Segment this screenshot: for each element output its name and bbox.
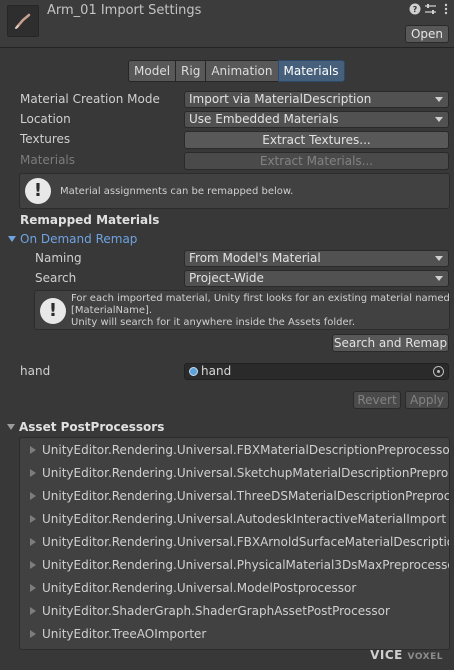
asset-postprocessors-title: Asset PostProcessors [19, 420, 165, 434]
list-item[interactable]: UnityEditor.Rendering.Universal.ThreeDSM… [30, 487, 449, 505]
revert-button[interactable]: Revert [353, 391, 401, 409]
material-slot-label: hand [20, 364, 51, 378]
foldout-collapsed-icon [30, 561, 36, 569]
material-creation-mode-value: Import via MaterialDescription [189, 92, 372, 106]
location-label: Location [20, 112, 71, 126]
list-item[interactable]: UnityEditor.Rendering.Universal.FBXMater… [30, 441, 449, 459]
search-label: Search [35, 271, 77, 285]
list-item[interactable]: UnityEditor.Rendering.Universal.Physical… [30, 556, 449, 574]
asset-postprocessors-foldout[interactable]: Asset PostProcessors [7, 420, 164, 434]
naming-dropdown[interactable]: From Model's Material [184, 250, 449, 267]
naming-value: From Model's Material [189, 251, 321, 265]
textures-label: Textures [20, 132, 71, 146]
model-preview-icon [15, 13, 31, 29]
material-creation-mode-dropdown[interactable]: Import via MaterialDescription [184, 91, 449, 108]
material-creation-mode-label: Material Creation Mode [20, 92, 160, 106]
location-dropdown[interactable]: Use Embedded Materials [184, 111, 449, 128]
dropdown-arrow-icon [435, 117, 443, 122]
search-dropdown[interactable]: Project-Wide [184, 270, 449, 287]
extract-textures-button[interactable]: Extract Textures... [184, 131, 449, 149]
info-icon: ! [40, 298, 66, 324]
remap-help-line-2: [MaterialName]. [71, 305, 153, 316]
svg-text:?: ? [413, 5, 418, 14]
remapped-materials-title: Remapped Materials [20, 213, 160, 227]
tab-rig[interactable]: Rig [175, 60, 207, 82]
material-object-value: hand [201, 364, 232, 378]
watermark-part-1: VICE [370, 648, 403, 662]
extract-materials-button[interactable]: Extract Materials... [184, 152, 449, 170]
remap-help-text: For each imported material, Unity first … [71, 293, 450, 329]
foldout-collapsed-icon [30, 607, 36, 615]
remap-help-box: ! For each imported material, Unity firs… [34, 290, 450, 330]
tab-model[interactable]: Model [128, 60, 177, 82]
foldout-collapsed-icon [30, 446, 36, 454]
on-demand-remap-foldout[interactable]: On Demand Remap [8, 232, 137, 246]
search-value: Project-Wide [189, 271, 264, 285]
foldout-collapsed-icon [30, 469, 36, 477]
apply-button[interactable]: Apply [405, 391, 449, 409]
tab-materials[interactable]: Materials [277, 60, 345, 82]
foldout-collapsed-icon [30, 492, 36, 500]
material-icon [189, 367, 198, 376]
list-item[interactable]: UnityEditor.TreeAOImporter [30, 625, 206, 643]
on-demand-remap-label: On Demand Remap [20, 232, 138, 246]
material-object-field[interactable]: hand [184, 363, 449, 380]
materials-label: Materials [20, 153, 76, 167]
watermark-part-2: VOXEL [407, 652, 443, 662]
list-item[interactable]: UnityEditor.ShaderGraph.ShaderGraphAsset… [30, 602, 390, 620]
search-and-remap-button[interactable]: Search and Remap [332, 334, 449, 352]
importer-tabs: Model Rig Animation Materials [128, 60, 345, 82]
remap-info-text: Material assignments can be remapped bel… [60, 186, 294, 197]
asset-thumbnail [7, 5, 39, 37]
tab-animation[interactable]: Animation [205, 60, 279, 82]
location-value: Use Embedded Materials [189, 112, 339, 126]
help-icon[interactable]: ? [408, 3, 422, 17]
more-icon[interactable] [439, 3, 453, 17]
dropdown-arrow-icon [435, 97, 443, 102]
list-item[interactable]: UnityEditor.Rendering.Universal.Autodesk… [30, 510, 446, 528]
inspector-title: Arm_01 Import Settings [47, 3, 202, 18]
object-picker-icon[interactable] [433, 366, 444, 377]
remap-help-line-3: Unity will search for it anywhere inside… [71, 317, 356, 328]
foldout-expanded-icon [8, 236, 16, 242]
dropdown-arrow-icon [435, 256, 443, 261]
open-button[interactable]: Open [405, 25, 449, 43]
remap-help-line-1: For each imported material, Unity first … [71, 293, 450, 304]
list-item[interactable]: UnityEditor.Rendering.Universal.Sketchup… [30, 464, 449, 482]
foldout-collapsed-icon [30, 538, 36, 546]
dropdown-arrow-icon [435, 276, 443, 281]
vicevoxel-watermark: VICE VOXEL [370, 648, 443, 662]
info-icon: ! [25, 178, 51, 204]
foldout-collapsed-icon [30, 630, 36, 638]
preset-icon[interactable] [423, 3, 437, 17]
foldout-collapsed-icon [30, 584, 36, 592]
postprocessor-list: UnityEditor.Rendering.Universal.FBXMater… [19, 437, 450, 650]
list-item[interactable]: UnityEditor.Rendering.Universal.ModelPos… [30, 579, 356, 597]
naming-label: Naming [35, 251, 82, 265]
remap-info-box: ! Material assignments can be remapped b… [19, 173, 450, 209]
foldout-expanded-icon [7, 424, 15, 430]
list-item[interactable]: UnityEditor.Rendering.Universal.FBXArnol… [30, 533, 449, 551]
foldout-collapsed-icon [30, 515, 36, 523]
